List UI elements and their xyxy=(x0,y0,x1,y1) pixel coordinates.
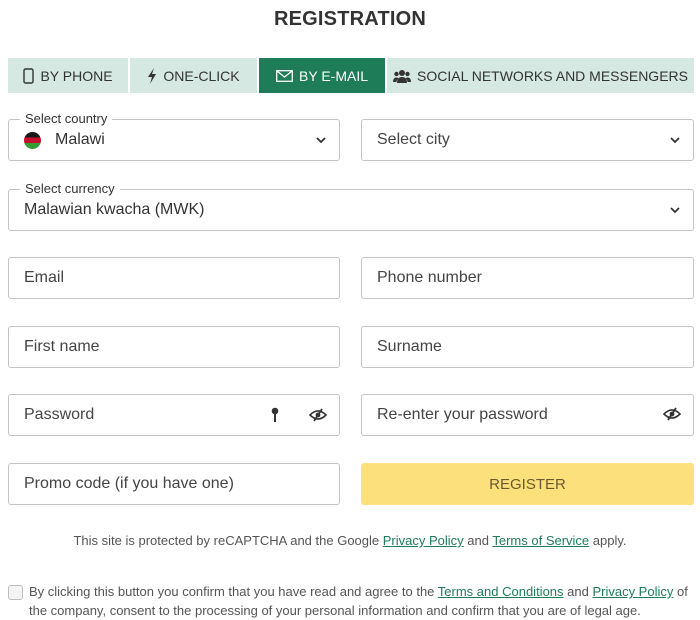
surname-field[interactable]: Surname xyxy=(361,326,694,368)
email-field[interactable]: Email xyxy=(8,257,340,299)
phone-icon xyxy=(23,67,35,84)
tab-by-email[interactable]: BY E-MAIL xyxy=(259,58,387,93)
chevron-down-icon xyxy=(316,137,326,144)
country-select[interactable]: Select country Malawi xyxy=(8,111,340,161)
first-name-placeholder: First name xyxy=(24,338,100,355)
currency-select[interactable]: Select currency Malawian kwacha (MWK) xyxy=(8,181,694,231)
tab-label: BY E-MAIL xyxy=(299,67,368,84)
city-select[interactable]: Select city xyxy=(361,119,694,161)
recaptcha-notice: This site is protected by reCAPTCHA and … xyxy=(0,533,700,548)
tab-label: ONE-CLICK xyxy=(163,67,240,84)
consent-checkbox[interactable] xyxy=(8,585,23,600)
terms-of-service-link[interactable]: Terms of Service xyxy=(492,533,589,548)
key-icon[interactable] xyxy=(271,407,279,428)
chevron-down-icon xyxy=(670,137,680,144)
register-button[interactable]: REGISTER xyxy=(361,463,694,505)
consent-text: By clicking this button you confirm that… xyxy=(29,582,698,620)
tab-label: BY PHONE xyxy=(40,67,113,84)
currency-value: Malawian kwacha (MWK) xyxy=(24,201,205,218)
tab-social-networks[interactable]: SOCIAL NETWORKS AND MESSENGERS xyxy=(387,58,694,93)
users-icon xyxy=(393,69,411,83)
privacy-policy-link[interactable]: Privacy Policy xyxy=(592,584,673,599)
password-field[interactable]: Password xyxy=(8,394,340,436)
consent-block: By clicking this button you confirm that… xyxy=(8,582,698,620)
envelope-icon xyxy=(276,69,293,82)
consent-text-part: and xyxy=(563,584,593,599)
chevron-down-icon xyxy=(670,207,680,214)
first-name-field[interactable]: First name xyxy=(8,326,340,368)
malawi-flag-icon xyxy=(24,131,41,149)
re-enter-password-placeholder: Re-enter your password xyxy=(377,406,548,423)
currency-legend: Select currency xyxy=(20,181,120,196)
recaptcha-text: This site is protected by reCAPTCHA and … xyxy=(73,533,383,548)
city-placeholder: Select city xyxy=(377,131,450,148)
tab-one-click[interactable]: ONE-CLICK xyxy=(130,58,259,93)
lightning-icon xyxy=(147,67,157,84)
re-enter-password-field[interactable]: Re-enter your password xyxy=(361,394,694,436)
country-value: Malawi xyxy=(55,131,105,148)
tab-by-phone[interactable]: BY PHONE xyxy=(8,58,130,93)
password-placeholder: Password xyxy=(24,406,95,423)
phone-placeholder: Phone number xyxy=(377,269,482,286)
recaptcha-text: apply. xyxy=(589,533,627,548)
recaptcha-text: and xyxy=(463,533,493,548)
consent-text-part: By clicking this button you confirm that… xyxy=(29,584,438,599)
phone-number-field[interactable]: Phone number xyxy=(361,257,694,299)
eye-slash-icon[interactable] xyxy=(662,407,682,426)
registration-tabs: BY PHONE ONE-CLICK BY E-MAIL SOCIAL NETW… xyxy=(8,58,694,93)
terms-and-conditions-link[interactable]: Terms and Conditions xyxy=(438,584,564,599)
tab-label: SOCIAL NETWORKS AND MESSENGERS xyxy=(417,67,688,84)
promo-code-field[interactable]: Promo code (if you have one) xyxy=(8,463,340,505)
email-placeholder: Email xyxy=(24,269,65,286)
promo-code-placeholder: Promo code (if you have one) xyxy=(24,475,234,492)
privacy-policy-link[interactable]: Privacy Policy xyxy=(383,533,464,548)
country-legend: Select country xyxy=(20,111,113,126)
page-title: REGISTRATION xyxy=(273,8,427,30)
eye-slash-icon[interactable] xyxy=(308,408,328,427)
surname-placeholder: Surname xyxy=(377,338,442,355)
